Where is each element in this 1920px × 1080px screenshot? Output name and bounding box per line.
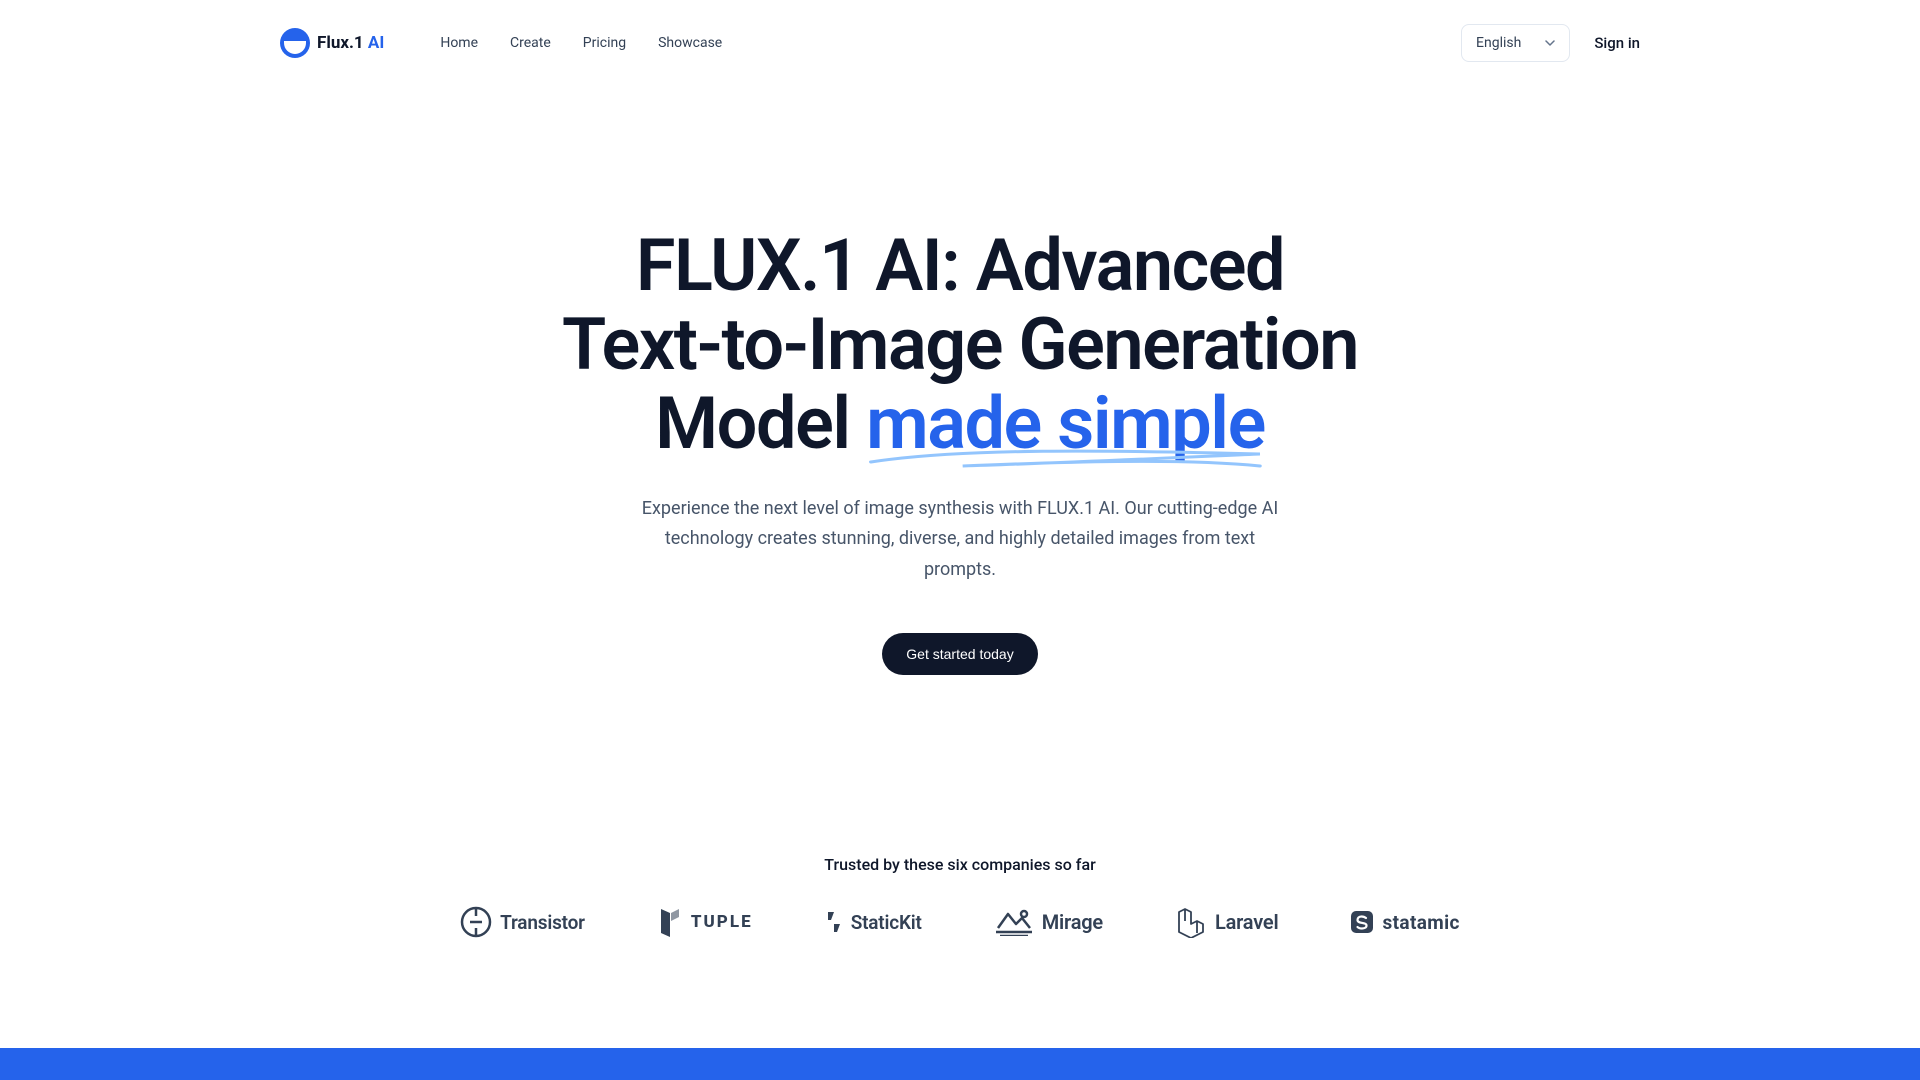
language-value: English — [1476, 35, 1521, 51]
nav-showcase[interactable]: Showcase — [658, 35, 722, 51]
company-statamic: statamic — [1350, 910, 1459, 934]
company-statickit: StaticKit — [825, 910, 922, 934]
company-laravel: Laravel — [1175, 906, 1278, 938]
statamic-icon — [1350, 910, 1374, 934]
transistor-icon — [460, 906, 492, 938]
trusted-section: Trusted by these six companies so far Tr… — [280, 855, 1640, 938]
scribble-underline-icon — [866, 444, 1265, 472]
company-name: TUPLE — [691, 912, 753, 932]
company-name: StaticKit — [851, 911, 922, 934]
nav-home[interactable]: Home — [440, 35, 478, 51]
header-left: Flux.1 AI Home Create Pricing Showcase — [280, 28, 722, 58]
hero-title-line2: Text-to-Image Generation — [562, 302, 1358, 387]
statickit-icon — [825, 910, 843, 934]
signin-link[interactable]: Sign in — [1594, 34, 1640, 52]
nav: Home Create Pricing Showcase — [440, 35, 722, 51]
hero-title-line1: FLUX.1 AI: Advanced — [636, 223, 1284, 308]
company-logos-row: Transistor TUPLE StaticKit — [280, 906, 1640, 938]
hero: FLUX.1 AI: Advanced Text-to-Image Genera… — [280, 86, 1640, 675]
company-transistor: Transistor — [460, 906, 585, 938]
tuple-icon — [657, 907, 683, 937]
company-name: Transistor — [500, 911, 585, 934]
mirage-icon — [994, 908, 1034, 936]
nav-pricing[interactable]: Pricing — [583, 35, 626, 51]
header-right: English Sign in — [1461, 24, 1640, 62]
company-mirage: Mirage — [994, 908, 1103, 936]
hero-title: FLUX.1 AI: Advanced Text-to-Image Genera… — [410, 226, 1510, 464]
hero-title-highlight: made simple — [866, 384, 1265, 463]
logo-icon — [280, 28, 310, 58]
company-name: statamic — [1382, 911, 1459, 934]
chevron-down-icon — [1545, 40, 1555, 46]
get-started-button[interactable]: Get started today — [882, 633, 1037, 675]
logo-text: Flux.1 AI — [317, 33, 384, 53]
trusted-label: Trusted by these six companies so far — [280, 855, 1640, 874]
logo-text-main: Flux.1 — [317, 33, 368, 53]
company-name: Laravel — [1215, 910, 1278, 934]
language-select[interactable]: English — [1461, 24, 1570, 62]
nav-create[interactable]: Create — [510, 35, 551, 51]
footer-strip — [0, 1048, 1920, 1080]
logo[interactable]: Flux.1 AI — [280, 28, 384, 58]
hero-subtitle: Experience the next level of image synth… — [640, 494, 1280, 586]
company-tuple: TUPLE — [657, 907, 753, 937]
company-name: Mirage — [1042, 910, 1103, 934]
hero-title-line3-plain: Model — [655, 381, 866, 466]
laravel-icon — [1175, 906, 1207, 938]
header: Flux.1 AI Home Create Pricing Showcase E… — [280, 0, 1640, 86]
logo-text-ai: AI — [368, 33, 384, 53]
